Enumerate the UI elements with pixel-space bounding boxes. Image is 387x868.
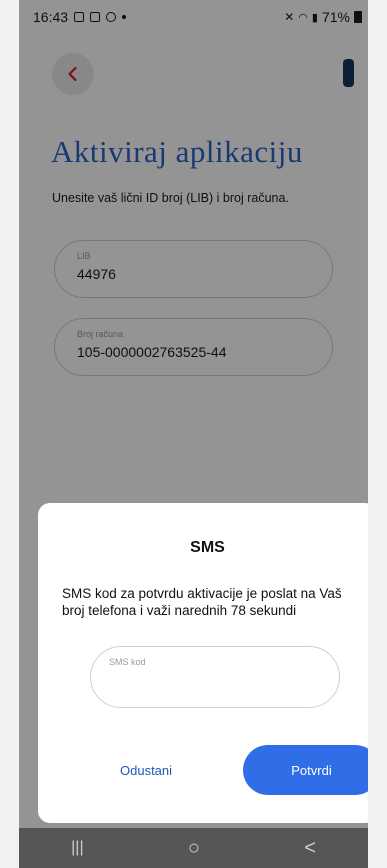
recent-apps-icon[interactable]: ||| <box>71 839 83 857</box>
sms-code-input[interactable]: SMS kod <box>90 646 340 708</box>
dialog-message: SMS kod za potvrdu aktivacije je poslat … <box>62 586 342 618</box>
sms-code-label: SMS kod <box>109 657 146 667</box>
back-nav-icon[interactable]: < <box>304 837 316 860</box>
sms-dialog: SMS SMS kod za potvrdu aktivacije je pos… <box>38 503 368 823</box>
phone-screen: 16:43 ✕ ◠ ▮ 71% Aktiviraj aplikaciju Une… <box>19 0 368 868</box>
home-icon[interactable]: ○ <box>188 837 200 860</box>
system-navigation-bar: ||| ○ < <box>19 828 368 868</box>
cancel-button[interactable]: Odustani <box>120 763 172 778</box>
confirm-button[interactable]: Potvrdi <box>243 745 368 795</box>
dialog-title: SMS <box>190 539 225 556</box>
